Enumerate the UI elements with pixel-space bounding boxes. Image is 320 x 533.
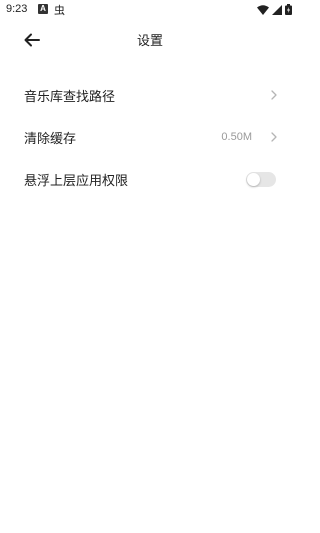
status-bar: 9:23 A 虫 <box>0 0 300 22</box>
back-button[interactable] <box>20 28 44 52</box>
setting-clear-cache[interactable]: 清除缓存 0.50M <box>0 116 300 158</box>
chevron-right-icon <box>270 89 278 101</box>
setting-overlay-permission: 悬浮上层应用权限 <box>0 158 300 200</box>
setting-label: 清除缓存 <box>24 131 77 147</box>
settings-screen: 9:23 A 虫 设置 音乐库查找路径 清除缓存 0.50M 悬浮上层应用权限 <box>0 0 300 533</box>
toggle-knob <box>247 172 260 186</box>
setting-label: 悬浮上层应用权限 <box>24 173 129 189</box>
wifi-icon <box>257 4 269 15</box>
page-title: 设置 <box>136 34 163 49</box>
overlay-permission-toggle[interactable] <box>246 171 276 187</box>
app-bar: 设置 <box>0 22 300 58</box>
arrow-left-icon <box>24 33 40 47</box>
setting-label: 音乐库查找路径 <box>24 89 116 105</box>
battery-icon <box>285 4 292 15</box>
chevron-right-icon <box>270 131 278 143</box>
cache-size-value: 0.50M <box>221 131 252 143</box>
settings-list: 音乐库查找路径 清除缓存 0.50M 悬浮上层应用权限 <box>0 74 300 200</box>
bug-icon: 虫 <box>54 4 65 17</box>
notification-a-icon: A <box>38 4 48 14</box>
status-time: 9:23 <box>6 3 28 15</box>
status-icons <box>257 4 292 15</box>
signal-icon <box>272 4 282 15</box>
setting-music-library-path[interactable]: 音乐库查找路径 <box>0 74 300 116</box>
